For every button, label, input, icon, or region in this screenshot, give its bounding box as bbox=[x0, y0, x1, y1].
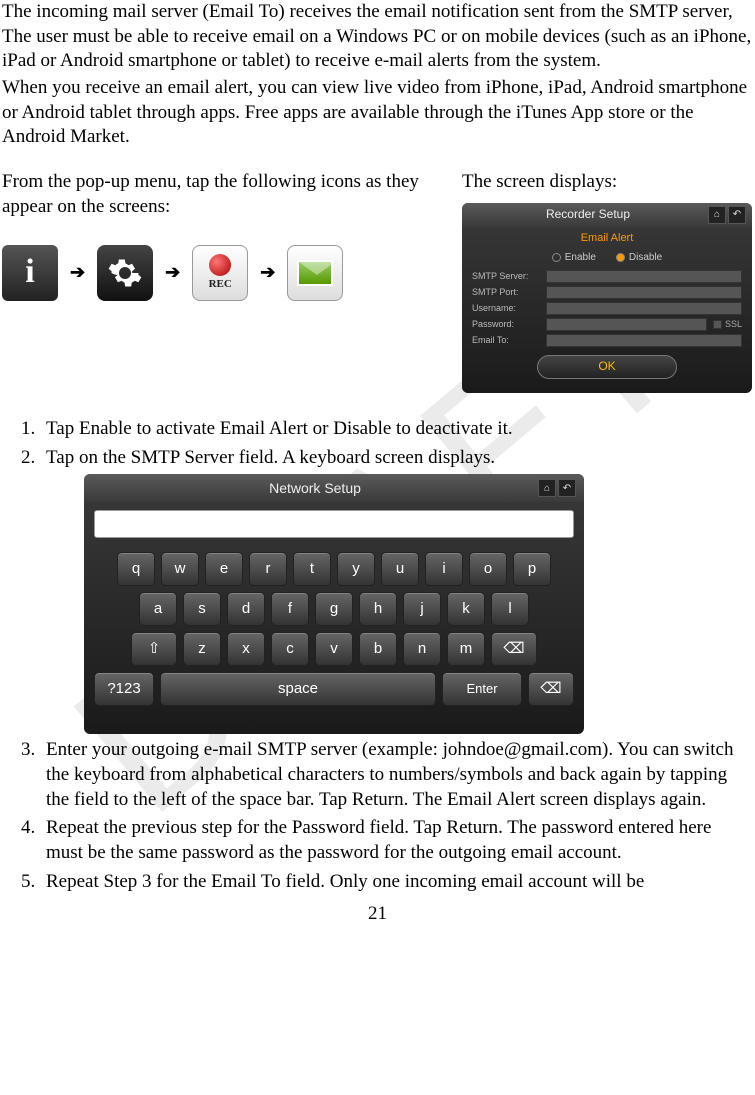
key-f[interactable]: f bbox=[271, 592, 309, 626]
smtp-port-label: SMTP Port: bbox=[472, 287, 540, 299]
key-l[interactable]: l bbox=[491, 592, 529, 626]
home-icon[interactable]: ⌂ bbox=[708, 206, 726, 224]
key-shift[interactable]: ⇧ bbox=[131, 632, 177, 666]
page-number: 21 bbox=[2, 902, 753, 927]
key-w[interactable]: w bbox=[161, 552, 199, 586]
left-col-text: From the pop-up menu, tap the following … bbox=[2, 170, 422, 219]
keyboard-text-input[interactable] bbox=[94, 510, 574, 538]
username-input[interactable] bbox=[546, 302, 742, 315]
key-m[interactable]: m bbox=[447, 632, 485, 666]
key-space[interactable]: space bbox=[160, 672, 436, 706]
key-r[interactable]: r bbox=[249, 552, 287, 586]
key-a[interactable]: a bbox=[139, 592, 177, 626]
step-1: Tap Enable to activate Email Alert or Di… bbox=[40, 417, 753, 442]
ok-button[interactable]: OK bbox=[537, 355, 677, 379]
intro-para-2: When you receive an email alert, you can… bbox=[2, 76, 753, 150]
intro-para-1: The incoming mail server (Email To) rece… bbox=[2, 0, 753, 74]
key-v[interactable]: v bbox=[315, 632, 353, 666]
key-d[interactable]: d bbox=[227, 592, 265, 626]
password-input[interactable] bbox=[546, 318, 707, 331]
key-o[interactable]: o bbox=[469, 552, 507, 586]
disable-radio[interactable]: Disable bbox=[616, 251, 662, 264]
key-p[interactable]: p bbox=[513, 552, 551, 586]
key-backspace-row[interactable]: ⌫ bbox=[491, 632, 537, 666]
key-k[interactable]: k bbox=[447, 592, 485, 626]
key-j[interactable]: j bbox=[403, 592, 441, 626]
email-to-input[interactable] bbox=[546, 334, 742, 347]
ssl-checkbox[interactable]: SSL bbox=[713, 319, 742, 331]
key-z[interactable]: z bbox=[183, 632, 221, 666]
key-s[interactable]: s bbox=[183, 592, 221, 626]
icon-sequence: i ➔ ➔ REC ➔ bbox=[2, 245, 422, 301]
home-icon[interactable]: ⌂ bbox=[538, 479, 556, 497]
key-h[interactable]: h bbox=[359, 592, 397, 626]
arrow-icon: ➔ bbox=[260, 261, 275, 284]
email-alert-heading: Email Alert bbox=[462, 227, 752, 249]
arrow-icon: ➔ bbox=[70, 261, 85, 284]
password-label: Password: bbox=[472, 319, 540, 331]
key-g[interactable]: g bbox=[315, 592, 353, 626]
mail-icon[interactable] bbox=[287, 245, 343, 301]
keyboard-title: Network Setup bbox=[92, 479, 538, 497]
key-symbols[interactable]: ?123 bbox=[94, 672, 154, 706]
keyboard-panel: Network Setup ⌂ ↶ qwertyuiop asdfghjkl ⇧… bbox=[84, 474, 584, 734]
key-e[interactable]: e bbox=[205, 552, 243, 586]
key-enter[interactable]: Enter bbox=[442, 672, 522, 706]
back-icon[interactable]: ↶ bbox=[728, 206, 746, 224]
username-label: Username: bbox=[472, 303, 540, 315]
key-u[interactable]: u bbox=[381, 552, 419, 586]
key-b[interactable]: b bbox=[359, 632, 397, 666]
gear-icon[interactable] bbox=[97, 245, 153, 301]
arrow-icon: ➔ bbox=[165, 261, 180, 284]
right-col-text: The screen displays: bbox=[462, 170, 753, 195]
enable-radio[interactable]: Enable bbox=[552, 251, 596, 264]
step-2: Tap on the SMTP Server field. A keyboard… bbox=[40, 446, 753, 735]
key-t[interactable]: t bbox=[293, 552, 331, 586]
smtp-server-label: SMTP Server: bbox=[472, 271, 540, 283]
smtp-server-input[interactable] bbox=[546, 270, 742, 283]
step-5: Repeat Step 3 for the Email To field. On… bbox=[40, 870, 753, 895]
email-to-label: Email To: bbox=[472, 335, 540, 347]
step-3: Enter your outgoing e-mail SMTP server (… bbox=[40, 738, 753, 812]
key-backspace[interactable]: ⌫ bbox=[528, 672, 574, 706]
key-x[interactable]: x bbox=[227, 632, 265, 666]
key-y[interactable]: y bbox=[337, 552, 375, 586]
step-4: Repeat the previous step for the Passwor… bbox=[40, 816, 753, 865]
record-icon[interactable]: REC bbox=[192, 245, 248, 301]
key-c[interactable]: c bbox=[271, 632, 309, 666]
panel-title: Recorder Setup bbox=[468, 207, 708, 223]
smtp-port-input[interactable] bbox=[546, 286, 742, 299]
back-icon[interactable]: ↶ bbox=[558, 479, 576, 497]
key-q[interactable]: q bbox=[117, 552, 155, 586]
info-icon[interactable]: i bbox=[2, 245, 58, 301]
key-n[interactable]: n bbox=[403, 632, 441, 666]
key-i[interactable]: i bbox=[425, 552, 463, 586]
recorder-setup-panel: Recorder Setup ⌂ ↶ Email Alert Enable Di… bbox=[462, 203, 752, 393]
